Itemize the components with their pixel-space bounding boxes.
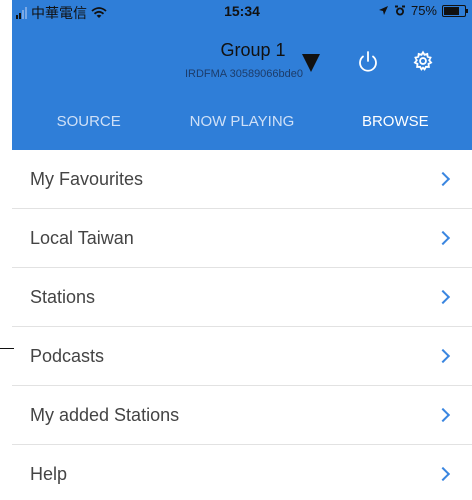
- tab-bar: SOURCE NOW PLAYING BROWSE: [12, 100, 472, 144]
- list-item-label: My Favourites: [30, 168, 144, 189]
- location-arrow-icon: [378, 6, 388, 15]
- list-item-label: Stations: [30, 286, 96, 307]
- chevron-right-icon: [435, 230, 451, 246]
- list-item-label: My added Stations: [30, 404, 180, 425]
- chevron-right-icon: [435, 171, 451, 187]
- battery-icon: [442, 4, 468, 17]
- list-item-local-taiwan[interactable]: Local Taiwan: [12, 209, 472, 268]
- list-item-label: Help: [30, 463, 68, 484]
- tab-browse[interactable]: BROWSE: [319, 100, 472, 144]
- chevron-right-icon: [435, 289, 451, 305]
- status-bar: 中華電信 15:34 75%: [12, 0, 472, 22]
- tab-source[interactable]: SOURCE: [12, 100, 165, 144]
- list-item-my-favourites[interactable]: My Favourites: [12, 150, 472, 209]
- chevron-right-icon: [435, 348, 451, 364]
- list-item-help[interactable]: Help: [12, 445, 472, 500]
- battery-percent: 75%: [410, 3, 437, 18]
- chevron-right-icon: [435, 407, 451, 423]
- status-right: 75%: [378, 3, 468, 18]
- power-icon[interactable]: [356, 50, 380, 74]
- alarm-icon: [394, 5, 405, 15]
- list-item-label: Podcasts: [30, 345, 105, 366]
- header-bar: 中華電信 15:34 75% Group 1 IRDFMA 30589066bd…: [12, 0, 472, 150]
- list-item-my-added-stations[interactable]: My added Stations: [12, 386, 472, 445]
- app-screen: 中華電信 15:34 75% Group 1 IRDFMA 30589066bd…: [0, 0, 472, 500]
- browse-list: My Favourites Local Taiwan Stations Podc…: [12, 150, 472, 500]
- list-item-podcasts[interactable]: Podcasts: [12, 327, 472, 386]
- triangle-down-icon[interactable]: [302, 54, 320, 72]
- list-item-label: Local Taiwan: [30, 227, 134, 248]
- tab-now-playing[interactable]: NOW PLAYING: [165, 100, 318, 144]
- chevron-right-icon: [435, 466, 451, 482]
- gear-icon[interactable]: [412, 50, 434, 72]
- list-item-stations[interactable]: Stations: [12, 268, 472, 327]
